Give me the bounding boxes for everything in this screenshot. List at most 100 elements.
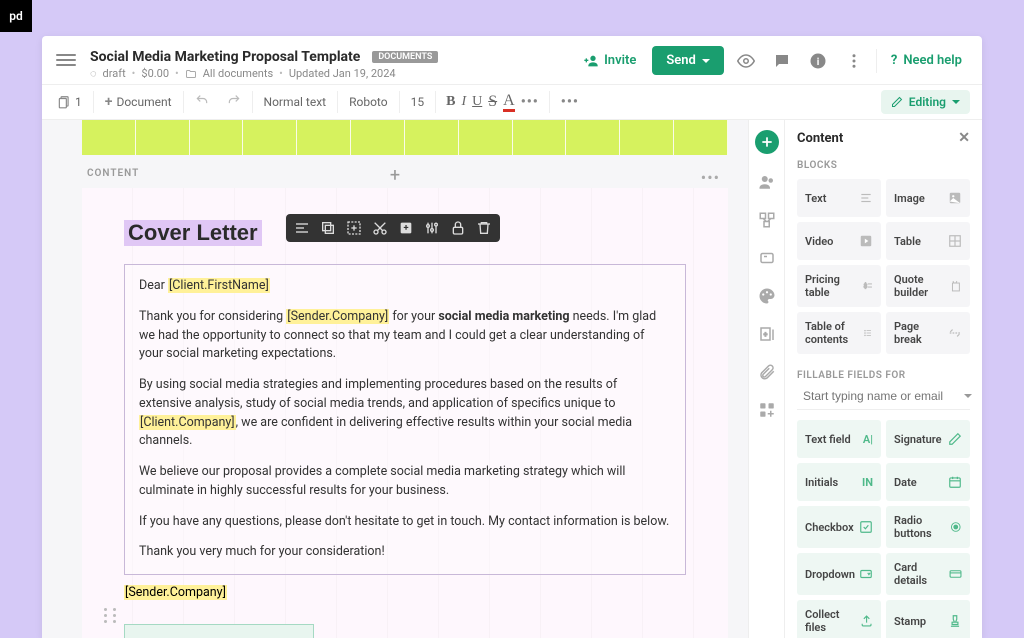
add-block-icon[interactable] bbox=[346, 220, 362, 236]
settings-icon[interactable] bbox=[424, 220, 440, 236]
fields-section-label: FILLABLE FIELDS FOR bbox=[797, 370, 970, 381]
redo-button[interactable] bbox=[218, 85, 250, 119]
block-image[interactable]: Image bbox=[886, 179, 970, 217]
client-company-token[interactable]: [Client.Company] bbox=[139, 415, 236, 430]
field-checkbox[interactable]: Checkbox bbox=[797, 506, 881, 548]
invite-button[interactable]: Invite bbox=[575, 48, 644, 74]
client-firstname-token[interactable]: [Client.FirstName] bbox=[168, 278, 270, 293]
library-rail-icon[interactable]: + bbox=[757, 324, 777, 344]
text-style-select[interactable]: Normal text bbox=[255, 85, 336, 119]
preview-icon[interactable] bbox=[732, 47, 760, 75]
apps-rail-icon[interactable] bbox=[757, 400, 777, 420]
design-rail-icon[interactable] bbox=[757, 286, 777, 306]
sender-company-token[interactable]: [Sender.Company] bbox=[124, 585, 227, 600]
add-rail-button[interactable] bbox=[755, 130, 779, 154]
block-pricing-table[interactable]: Pricing table $ bbox=[797, 265, 881, 307]
comment-icon[interactable] bbox=[768, 47, 796, 75]
drag-handle-icon[interactable] bbox=[104, 608, 120, 624]
more-icon[interactable] bbox=[840, 47, 868, 75]
folder-text[interactable]: All documents bbox=[203, 67, 273, 80]
close-icon[interactable]: ✕ bbox=[958, 130, 970, 146]
block-table[interactable]: Table bbox=[886, 222, 970, 260]
block-video[interactable]: Video bbox=[797, 222, 881, 260]
card-icon bbox=[949, 567, 962, 581]
block-toc[interactable]: Table of contents bbox=[797, 312, 881, 354]
recipients-rail-icon[interactable] bbox=[757, 172, 777, 192]
workflow-rail-icon[interactable] bbox=[757, 210, 777, 230]
field-card-details[interactable]: Card details bbox=[886, 553, 970, 595]
svg-text:+: + bbox=[763, 331, 767, 338]
block-quote-builder[interactable]: Quote builder bbox=[886, 265, 970, 307]
strikethrough-button[interactable]: S bbox=[488, 93, 497, 111]
mode-button[interactable]: Editing bbox=[881, 90, 970, 114]
text-color-button[interactable]: A bbox=[503, 93, 515, 112]
status-icon: ◌ bbox=[90, 67, 97, 80]
block-page-break[interactable]: Page break bbox=[886, 312, 970, 354]
document-button[interactable]: + Document bbox=[96, 85, 181, 119]
sidebar-title: Content bbox=[797, 131, 843, 146]
align-icon[interactable] bbox=[294, 220, 310, 236]
field-signature[interactable]: Signature bbox=[886, 420, 970, 458]
chevron-down-icon[interactable] bbox=[964, 394, 972, 398]
letter-body[interactable]: Dear [Client.FirstName] Thank you for co… bbox=[124, 264, 686, 575]
lock-icon[interactable] bbox=[450, 220, 466, 236]
attachments-rail-icon[interactable] bbox=[757, 362, 777, 382]
text-icon bbox=[859, 191, 873, 205]
help-label: Need help bbox=[903, 53, 962, 68]
chevron-down-icon bbox=[702, 59, 710, 63]
svg-text:+: + bbox=[403, 223, 408, 234]
document-page[interactable]: Cover Letter + Dear [Client.FirstName] bbox=[82, 188, 728, 638]
header-main: Social Media Marketing Proposal Template… bbox=[90, 46, 575, 80]
radio-icon bbox=[950, 520, 962, 534]
font-size-select[interactable]: 15 bbox=[402, 85, 434, 119]
font-select[interactable]: Roboto bbox=[340, 85, 396, 119]
svg-text:i: i bbox=[817, 56, 820, 67]
variables-rail-icon[interactable] bbox=[757, 248, 777, 268]
send-button[interactable]: Send bbox=[652, 46, 724, 75]
field-collect-files[interactable]: Collect files bbox=[797, 600, 881, 638]
underline-button[interactable]: U bbox=[472, 94, 482, 110]
cover-title[interactable]: Cover Letter bbox=[124, 220, 262, 246]
canvas[interactable]: CONTENT + ••• Cover Letter + Dear bbox=[42, 120, 748, 638]
field-date[interactable]: Date bbox=[886, 463, 970, 501]
copy-icon[interactable] bbox=[320, 220, 336, 236]
block-menu-button[interactable]: ••• bbox=[701, 168, 720, 187]
folder-icon bbox=[185, 68, 197, 80]
info-icon[interactable]: i bbox=[804, 47, 832, 75]
undo-button[interactable] bbox=[186, 85, 218, 119]
pages-count: 1 bbox=[75, 95, 82, 109]
recipient-search-input[interactable] bbox=[803, 389, 958, 403]
sender-company-token[interactable]: [Sender.Company] bbox=[286, 309, 389, 324]
block-text[interactable]: Text bbox=[797, 179, 881, 217]
toolbar-more-button[interactable]: ••• bbox=[552, 85, 588, 119]
field-radio[interactable]: Radio buttons bbox=[886, 506, 970, 548]
bold-button[interactable]: B bbox=[446, 94, 455, 110]
format-more-button[interactable]: ••• bbox=[521, 94, 539, 110]
image-icon bbox=[948, 191, 962, 205]
header-actions: Invite Send i ? Need help bbox=[575, 46, 968, 75]
field-stamp[interactable]: Stamp bbox=[886, 600, 970, 638]
video-icon bbox=[859, 234, 873, 248]
document-title[interactable]: Social Media Marketing Proposal Template bbox=[90, 49, 360, 65]
delete-icon[interactable] bbox=[476, 220, 492, 236]
table-icon bbox=[948, 234, 962, 248]
signature-field[interactable]: Signature bbox=[124, 624, 314, 638]
insert-icon[interactable]: + bbox=[398, 220, 414, 236]
quote-icon bbox=[950, 279, 962, 293]
mode-label: Editing bbox=[909, 95, 946, 109]
field-dropdown[interactable]: Dropdown bbox=[797, 553, 881, 595]
pages-button[interactable]: 1 bbox=[48, 85, 91, 119]
menu-icon[interactable] bbox=[56, 50, 76, 70]
field-text[interactable]: Text field A| bbox=[797, 420, 881, 458]
dropdown-icon bbox=[859, 567, 873, 581]
help-button[interactable]: ? Need help bbox=[885, 49, 968, 72]
sender-line[interactable]: [Sender.Company] bbox=[124, 585, 686, 600]
cut-icon[interactable] bbox=[372, 220, 388, 236]
recipient-search[interactable] bbox=[797, 389, 970, 410]
add-content-button[interactable]: + bbox=[390, 165, 400, 186]
document-type-badge: DOCUMENTS bbox=[372, 51, 438, 63]
updated-text: Updated Jan 19, 2024 bbox=[289, 67, 396, 80]
italic-button[interactable]: I bbox=[461, 94, 466, 110]
field-initials[interactable]: Initials IN bbox=[797, 463, 881, 501]
send-label: Send bbox=[666, 53, 696, 68]
